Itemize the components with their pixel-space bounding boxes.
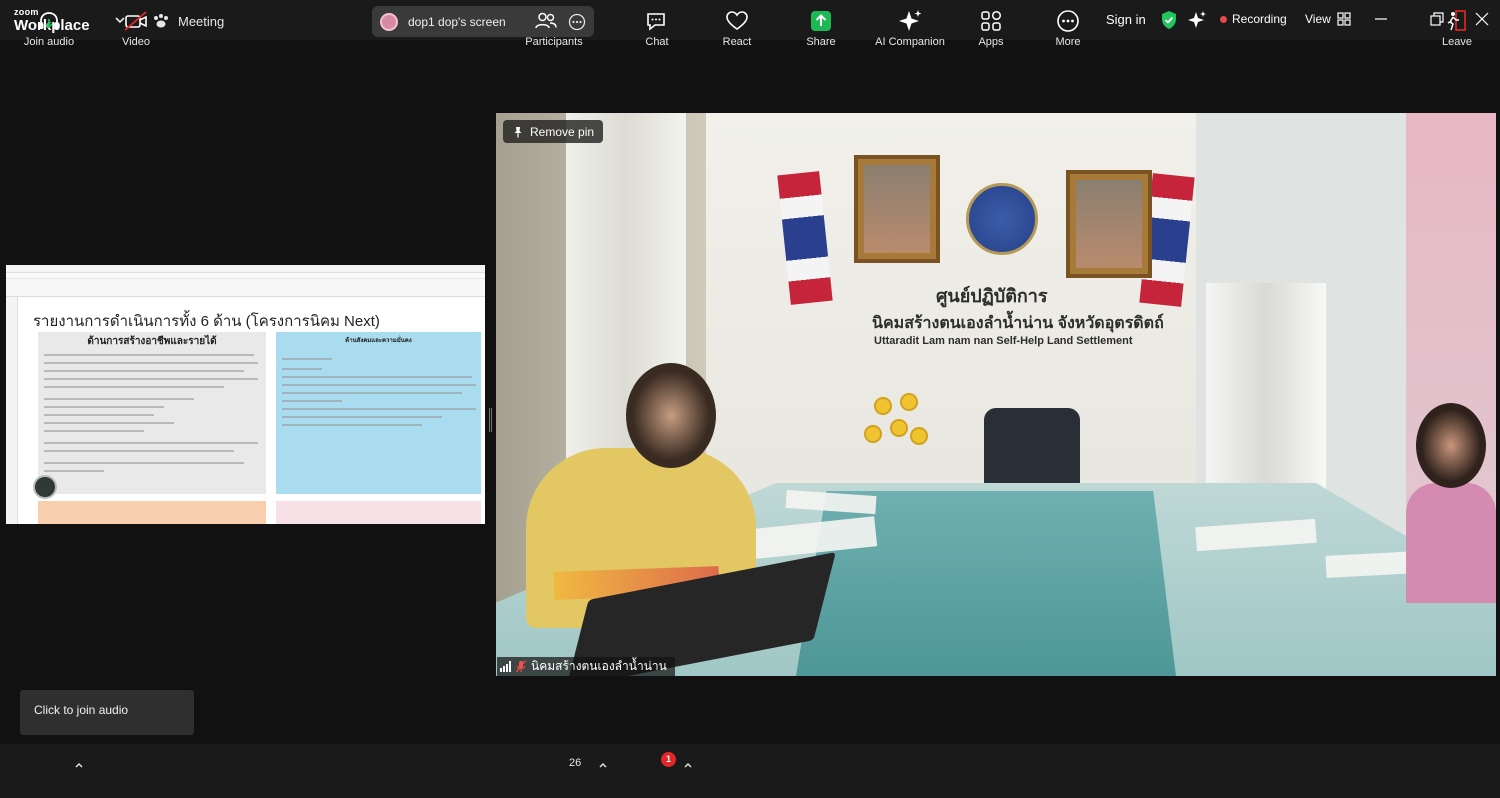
share-label: Share bbox=[806, 36, 836, 48]
leave-button[interactable]: Leave bbox=[1432, 0, 1482, 54]
chevron-up-icon[interactable] bbox=[683, 760, 693, 770]
remove-pin-button[interactable]: Remove pin bbox=[503, 120, 604, 143]
chat-label: Chat bbox=[645, 36, 669, 48]
more-icon bbox=[1057, 10, 1079, 32]
apps-button[interactable]: Apps bbox=[966, 0, 1016, 54]
video-button[interactable]: Video bbox=[110, 0, 162, 54]
meeting-toolbar bbox=[0, 744, 1500, 798]
participants-button[interactable]: Participants bbox=[518, 0, 590, 54]
video-scene bbox=[856, 391, 936, 481]
leave-label: Leave bbox=[1442, 36, 1472, 48]
share-screen-icon bbox=[811, 11, 831, 31]
video-off-icon bbox=[124, 11, 147, 31]
pin-icon bbox=[514, 126, 522, 137]
emblem-icon bbox=[966, 183, 1038, 255]
portrait-frame bbox=[1066, 170, 1152, 278]
chat-icon bbox=[647, 13, 665, 31]
remove-pin-label: Remove pin bbox=[530, 124, 595, 139]
participants-icon bbox=[535, 12, 557, 29]
heart-icon bbox=[726, 11, 748, 30]
view-label: View bbox=[1305, 12, 1331, 26]
more-label: More bbox=[1055, 36, 1081, 48]
wall-sign-subtitle: นิคมสร้างตนเองลำน้ำน่าน จังหวัดอุตรดิตถ์ bbox=[872, 315, 1164, 332]
sign-in-link[interactable]: Sign in bbox=[1106, 12, 1146, 27]
join-audio-label: Join audio bbox=[23, 36, 75, 48]
minimize-icon[interactable] bbox=[1372, 10, 1390, 28]
participants-count: 26 bbox=[569, 757, 582, 769]
shield-check-icon[interactable] bbox=[1160, 10, 1178, 30]
chat-unread-badge: 1 bbox=[661, 752, 676, 767]
recording-label: Recording bbox=[1232, 12, 1287, 26]
participants-label: Participants bbox=[525, 36, 583, 48]
document-section-next bbox=[38, 501, 266, 524]
chat-button[interactable]: Chat bbox=[632, 0, 682, 54]
chevron-up-icon[interactable] bbox=[74, 760, 84, 770]
document-section-society: ด้านสังคมและความมั่นคง bbox=[276, 332, 481, 494]
shared-window-titlebar bbox=[6, 265, 485, 273]
mic-muted-icon bbox=[516, 660, 526, 673]
shared-window-sidebar bbox=[6, 297, 18, 524]
grid-view-icon bbox=[1337, 12, 1351, 26]
react-label: React bbox=[722, 36, 752, 48]
portrait-frame bbox=[854, 155, 940, 263]
resize-handle[interactable] bbox=[489, 408, 492, 432]
video-label: Video bbox=[122, 36, 150, 48]
section-title: ด้านสังคมและความมั่นคง bbox=[345, 338, 412, 344]
meeting-label: Meeting bbox=[178, 13, 225, 29]
avatar bbox=[380, 12, 398, 31]
more-button[interactable]: More bbox=[1043, 0, 1093, 54]
chevron-up-icon[interactable] bbox=[598, 760, 608, 770]
ai-sparkle-icon bbox=[899, 10, 922, 31]
ai-sparkle-icon[interactable] bbox=[1187, 10, 1207, 30]
participant-video[interactable]: ศูนย์ปฏิบัติการ นิคมสร้างตนเองลำน้ำน่าน … bbox=[496, 113, 1496, 676]
wall-sign-english: Uttaradit Lam nam nan Self-Help Land Set… bbox=[874, 335, 1133, 347]
recording-indicator[interactable]: Recording bbox=[1220, 12, 1287, 26]
signal-strength-icon bbox=[500, 661, 511, 672]
wall-sign-title: ศูนย์ปฏิบัติการ bbox=[936, 286, 1048, 306]
headphones-icon bbox=[39, 12, 59, 29]
join-audio-tooltip: Click to join audio bbox=[20, 690, 194, 735]
video-scene bbox=[984, 408, 1080, 486]
share-button[interactable]: Share bbox=[796, 0, 846, 54]
document-section-next bbox=[276, 501, 481, 524]
meeting-menu[interactable]: Meeting bbox=[152, 11, 224, 31]
react-button[interactable]: React bbox=[712, 0, 762, 54]
view-menu[interactable]: View bbox=[1305, 12, 1351, 26]
apps-label: Apps bbox=[978, 36, 1004, 48]
recording-dot-icon bbox=[1220, 15, 1227, 23]
ai-companion-button[interactable]: AI Companion bbox=[868, 0, 952, 54]
ai-companion-label: AI Companion bbox=[875, 36, 945, 48]
participant-name-tag: นิคมสร้างตนเองลำน้ำน่าน bbox=[497, 657, 675, 676]
document-section-career: ด้านการสร้างอาชีพและรายได้ bbox=[38, 332, 266, 494]
apps-icon bbox=[981, 10, 1002, 31]
shared-screen-thumbnail[interactable]: รายงานการดำเนินการทั้ง 6 ด้าน (โครงการนิ… bbox=[6, 265, 485, 524]
shared-window-ribbon bbox=[6, 279, 485, 297]
document-heading: รายงานการดำเนินการทั้ง 6 ด้าน (โครงการนิ… bbox=[33, 313, 380, 330]
section-title: ด้านการสร้างอาชีพและรายได้ bbox=[87, 336, 217, 347]
organization-logo bbox=[33, 475, 57, 499]
leave-icon bbox=[1447, 10, 1466, 31]
join-audio-button[interactable]: Join audio bbox=[18, 0, 80, 54]
video-scene bbox=[1396, 403, 1496, 603]
participant-name: นิคมสร้างตนเองลำน้ำน่าน bbox=[531, 659, 667, 673]
